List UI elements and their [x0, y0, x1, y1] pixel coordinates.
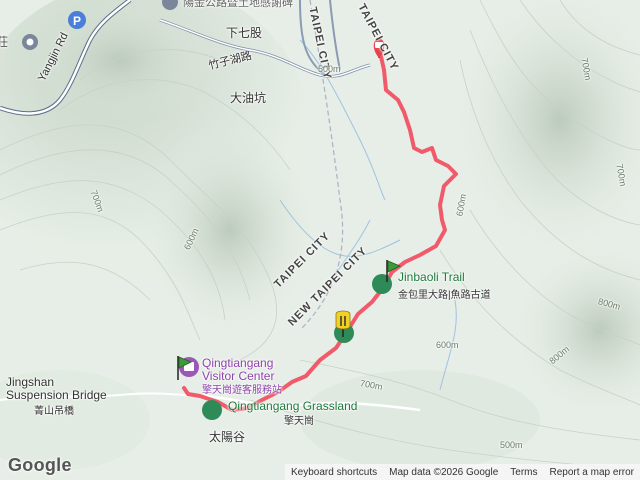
- grassland-icon[interactable]: [202, 400, 222, 420]
- google-logo[interactable]: Google: [8, 455, 72, 476]
- qingtiangang-zh-label: 擎天崗: [284, 416, 314, 427]
- visitor-center-zh-label: 擎天崗遊客服務站: [202, 385, 282, 396]
- grassland-label[interactable]: Qingtiangang Grassland: [228, 399, 357, 413]
- suspension-bridge-label: Jingshan: [6, 375, 55, 389]
- map-data-text: Map data ©2026 Google: [389, 466, 499, 478]
- terms-link[interactable]: Terms: [504, 467, 543, 478]
- jinbaoli-trail-zh-label: 金包里大路|魚路古道: [398, 290, 491, 301]
- dayoukeng-label: 大油坑: [230, 91, 267, 105]
- elevation-label: 600m: [436, 340, 459, 350]
- elevation-label: 500m: [318, 64, 341, 74]
- zhuang-label: 莊: [0, 35, 9, 49]
- report-map-error-link[interactable]: Report a map error: [544, 467, 640, 478]
- keyboard-shortcuts-link[interactable]: Keyboard shortcuts: [285, 467, 383, 478]
- elevation-label: 500m: [500, 440, 523, 450]
- top-cut-label: 陽金公路暨土地感謝碑: [183, 0, 293, 9]
- suspension-bridge-zh-label: 菁山吊橋: [34, 406, 74, 417]
- trail-icon[interactable]: [372, 274, 392, 294]
- visitor-center-label[interactable]: Qingtiangang: [202, 356, 273, 370]
- parking-label: P: [73, 14, 81, 28]
- attribution-bar: Keyboard shortcuts Map data ©2026 Google…: [284, 464, 640, 480]
- suspension-bridge-label-2: Suspension Bridge: [6, 388, 107, 402]
- taiyanggu-label: 太陽谷: [209, 430, 246, 444]
- jinbaoli-trail-label[interactable]: Jinbaoli Trail: [398, 270, 465, 284]
- xiaqigu-label: 下七股: [226, 26, 263, 40]
